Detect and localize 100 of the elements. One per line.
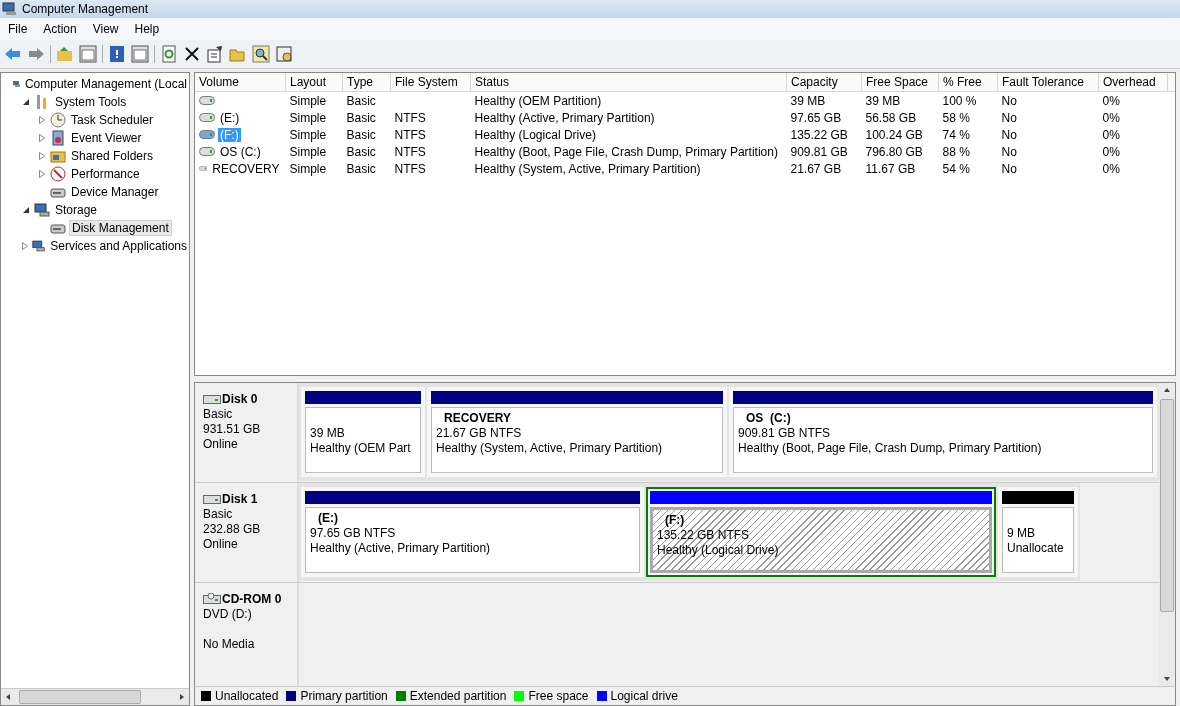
table-cell: 0% xyxy=(1102,93,1120,108)
drive-icon xyxy=(199,113,215,122)
search-icon[interactable] xyxy=(252,45,270,63)
tree-item[interactable]: Performance xyxy=(69,167,142,181)
delete-icon[interactable] xyxy=(183,45,201,63)
disk-name: Disk 1 xyxy=(222,492,258,506)
column-header[interactable]: % Free xyxy=(938,73,998,92)
tree-item[interactable]: Device Manager xyxy=(69,185,161,199)
table-cell: 56.58 GB xyxy=(865,110,917,125)
table-cell: No xyxy=(1001,161,1017,176)
menu-item[interactable]: File xyxy=(0,22,36,36)
expand-triangle-icon[interactable] xyxy=(21,242,30,250)
table-cell: 0% xyxy=(1102,144,1120,159)
table-cell: 97.65 GB xyxy=(790,110,842,125)
column-header[interactable]: Free Space xyxy=(861,73,939,92)
partition-status: Healthy (Boot, Page File, Crash Dump, Primary Partition) xyxy=(738,441,1043,456)
table-cell: Basic xyxy=(346,110,376,125)
table-cell: 39 MB xyxy=(865,93,901,108)
table-cell: Healthy (Logical Drive) xyxy=(474,127,596,142)
up-folder-icon[interactable] xyxy=(56,45,74,63)
table-cell: No xyxy=(1001,144,1017,159)
tree-item[interactable]: Disk Management xyxy=(69,220,172,236)
partition-name: (E:) xyxy=(317,511,339,526)
partition-block[interactable]: RECOVERY 21.67 GB NTFS Healthy (System, Active, Primary Partition) xyxy=(427,387,727,477)
table-cell: Basic xyxy=(346,127,376,142)
table-cell: NTFS xyxy=(394,110,426,125)
collapse-triangle-icon[interactable] xyxy=(22,98,30,106)
drive-icon xyxy=(199,147,215,156)
back-arrow-icon[interactable] xyxy=(4,45,22,63)
column-header[interactable]: Type xyxy=(342,73,391,92)
column-header[interactable]: Volume xyxy=(195,73,286,92)
column-header[interactable]: Layout xyxy=(285,73,343,92)
clock-icon xyxy=(50,112,66,128)
expand-triangle-icon[interactable] xyxy=(38,134,46,142)
partition-block[interactable]: OS (C:) 909.81 GB NTFS Healthy (Boot, Page File, Crash Dump, Primary Partition) xyxy=(729,387,1157,477)
partition-block[interactable]: (F:) 135.22 GB NTFS Healthy (Logical Drive) xyxy=(646,487,996,577)
disk-info: Online xyxy=(203,537,239,552)
panel-icon[interactable] xyxy=(79,45,97,63)
partition-block[interactable]: 9 MB Unallocate xyxy=(998,487,1078,577)
legend-label: Free space xyxy=(528,689,589,703)
scroll-left-icon[interactable] xyxy=(4,693,12,701)
table-cell: Simple xyxy=(289,93,327,108)
table-cell[interactable]: RECOVERY xyxy=(210,161,282,176)
partition-size: 97.65 GB NTFS xyxy=(310,526,397,541)
disk-drive-icon xyxy=(203,493,221,505)
table-cell[interactable]: OS (C:) xyxy=(218,144,263,159)
horizontal-scrollbar[interactable] xyxy=(1,688,189,705)
table-cell: 0% xyxy=(1102,127,1120,142)
expand-triangle-icon[interactable] xyxy=(38,152,46,160)
tree-item[interactable]: Services and Applications xyxy=(48,239,189,253)
properties-icon[interactable] xyxy=(206,45,224,63)
column-header[interactable]: File System xyxy=(390,73,471,92)
tree-item[interactable]: Computer Management (Local xyxy=(22,77,189,91)
drive-icon xyxy=(199,96,215,105)
forward-arrow-icon[interactable] xyxy=(27,45,45,63)
partition-block[interactable]: (E:) 97.65 GB NTFS Healthy (Active, Primary Partition) xyxy=(301,487,644,577)
column-header[interactable]: Status xyxy=(470,73,787,92)
table-cell: Healthy (Active, Primary Partition) xyxy=(474,110,655,125)
table-cell: NTFS xyxy=(394,161,426,176)
column-header[interactable]: Fault Tolerance xyxy=(997,73,1099,92)
legend-label: Extended partition xyxy=(409,689,507,703)
expand-triangle-icon[interactable] xyxy=(38,116,46,124)
legend-label: Primary partition xyxy=(300,689,388,703)
disk-info: Online xyxy=(203,437,239,452)
table-cell: NTFS xyxy=(394,127,426,142)
partition-block[interactable]: 39 MB Healthy (OEM Part xyxy=(301,387,425,477)
partition-size: 909.81 GB NTFS xyxy=(738,426,832,441)
disk-drive-icon xyxy=(203,593,221,605)
partition-size: 21.67 GB NTFS xyxy=(436,426,523,441)
table-cell: 88 % xyxy=(942,144,970,159)
tree-item[interactable]: Storage xyxy=(53,203,100,217)
menu-item[interactable]: Action xyxy=(35,22,85,36)
partition-status: Unallocate xyxy=(1007,541,1065,556)
legend-label: Logical drive xyxy=(610,689,678,703)
drive-icon xyxy=(199,130,215,139)
disk-status: No Media xyxy=(203,637,256,651)
table-cell: 21.67 GB xyxy=(790,161,842,176)
table-cell: Basic xyxy=(346,161,376,176)
scroll-down-icon[interactable] xyxy=(1163,675,1171,683)
tree-item[interactable]: System Tools xyxy=(53,95,129,109)
table-cell[interactable]: (E:) xyxy=(218,110,242,125)
vertical-scrollbar[interactable] xyxy=(1159,383,1175,686)
tree-item[interactable]: Event Viewer xyxy=(69,131,144,145)
expand-triangle-icon[interactable] xyxy=(38,170,46,178)
menu-item[interactable]: Help xyxy=(126,22,168,36)
scroll-up-icon[interactable] xyxy=(1163,386,1171,394)
partition-status: Healthy (Logical Drive) xyxy=(657,543,780,558)
partition-status: Healthy (System, Active, Primary Partition) xyxy=(436,441,664,456)
menu-item[interactable]: View xyxy=(84,22,127,36)
disk-name: CD-ROM 0 xyxy=(222,592,282,606)
scroll-right-icon[interactable] xyxy=(178,693,186,701)
collapse-triangle-icon[interactable] xyxy=(22,206,30,214)
tree-item[interactable]: Shared Folders xyxy=(69,149,156,163)
partition-name: OS (C:) xyxy=(745,411,792,426)
partition-size: 135.22 GB NTFS xyxy=(657,528,751,543)
panel-icon[interactable] xyxy=(131,45,149,63)
column-header[interactable]: Capacity xyxy=(786,73,862,92)
tree-item[interactable]: Task Scheduler xyxy=(69,113,156,127)
column-header[interactable]: Overhead xyxy=(1098,73,1168,92)
table-cell: No xyxy=(1001,127,1017,142)
